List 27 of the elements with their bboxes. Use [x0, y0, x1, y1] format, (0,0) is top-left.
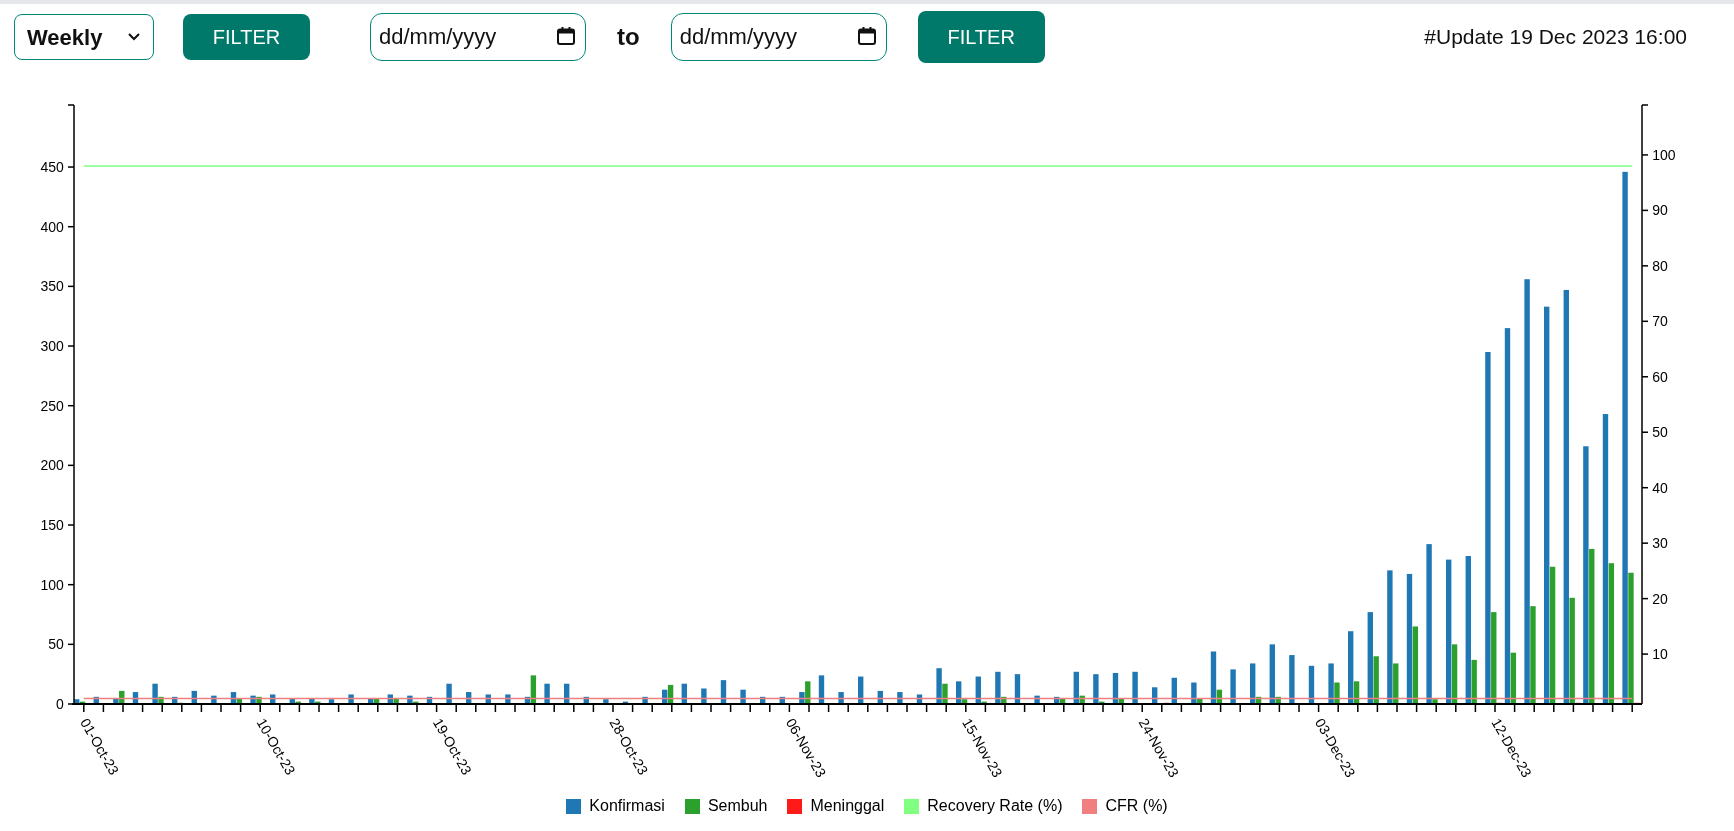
axis-label: 200 — [40, 457, 64, 474]
legend-label: Meninggal — [810, 796, 885, 816]
axis-label: 50 — [1652, 424, 1668, 441]
axis-label: 70 — [1652, 313, 1668, 330]
axis-label: 250 — [40, 397, 64, 414]
axis-label: 40 — [1652, 479, 1668, 496]
axis-label: 400 — [40, 218, 64, 235]
axis-label: 30 — [1652, 535, 1668, 552]
axis-label: 300 — [40, 338, 64, 355]
axis-label: 350 — [40, 278, 64, 295]
axis-label: 100 — [1652, 146, 1676, 163]
axis-label: 450 — [40, 159, 64, 176]
axis-label: 50 — [48, 636, 64, 653]
axis-label: 100 — [40, 576, 64, 593]
axis-label: 80 — [1652, 257, 1668, 274]
axis-label: 10 — [1652, 646, 1668, 663]
update-timestamp: #Update 19 Dec 2023 16:00 — [1424, 24, 1687, 51]
axis-label: 60 — [1652, 368, 1668, 385]
legend-label: Konfirmasi — [589, 796, 665, 816]
legend-label: CFR (%) — [1105, 796, 1168, 816]
axis-label: 0 — [56, 696, 64, 712]
axis-label: 150 — [40, 517, 64, 533]
axis-label: 90 — [1652, 202, 1668, 219]
range-label: to — [617, 22, 640, 52]
legend-label: Recovery Rate (%) — [927, 796, 1063, 816]
legend-label: Sembuh — [707, 796, 768, 816]
axis-label: 20 — [1652, 590, 1668, 607]
